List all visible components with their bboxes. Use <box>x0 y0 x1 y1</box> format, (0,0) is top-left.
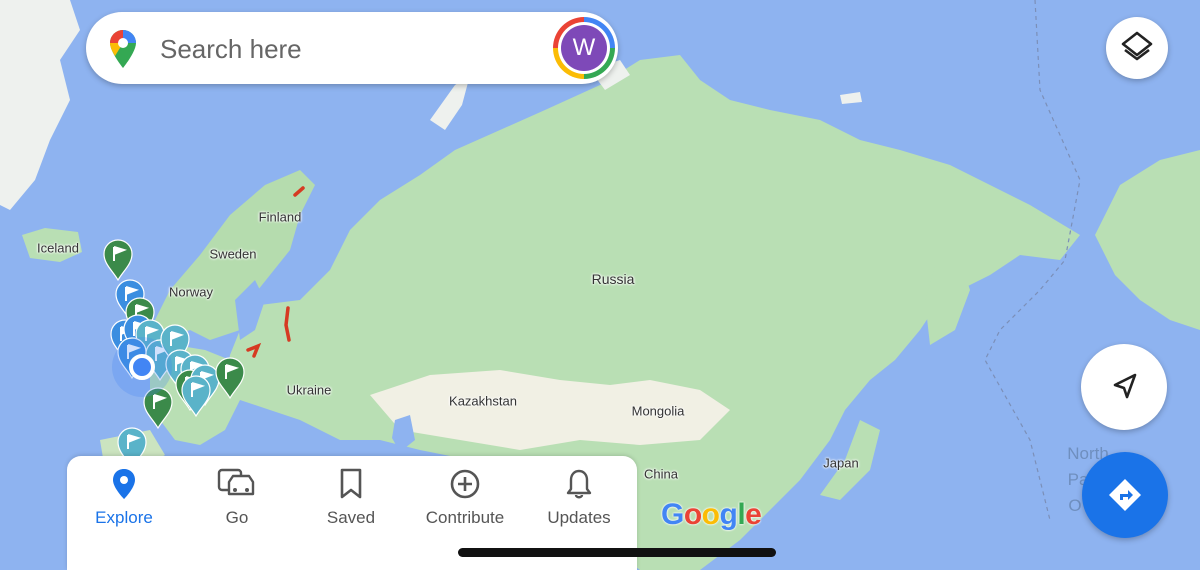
avatar-letter: W <box>561 25 607 71</box>
add-circle-icon <box>450 469 480 499</box>
directions-icon <box>1109 479 1141 511</box>
explore-pin-icon <box>113 469 135 499</box>
label-iceland: Iceland <box>37 240 79 256</box>
current-location-dot[interactable] <box>129 354 155 380</box>
tab-saved[interactable]: Saved <box>294 468 408 528</box>
google-watermark: Google <box>661 498 762 531</box>
label-finland: Finland <box>258 209 302 225</box>
tab-contribute[interactable]: Contribute <box>408 468 522 528</box>
label-china: China <box>644 466 678 482</box>
tab-explore[interactable]: Explore <box>67 468 181 528</box>
label-japan: Japan <box>823 455 859 471</box>
avatar[interactable]: W <box>553 17 615 79</box>
label-sweden: Sweden <box>209 246 257 262</box>
my-location-button[interactable] <box>1081 344 1167 430</box>
tab-updates[interactable]: Updates <box>522 468 636 528</box>
google-maps-pin-icon <box>110 30 136 68</box>
car-transit-icon <box>217 468 255 496</box>
navigation-arrow-icon <box>1113 373 1137 399</box>
label-ocean-o: O <box>1068 496 1082 515</box>
tab-label: Explore <box>95 508 153 527</box>
label-russia: Russia <box>591 271 635 287</box>
tab-go[interactable]: Go <box>180 468 294 528</box>
tab-label: Updates <box>547 508 611 527</box>
label-kazakhstan: Kazakhstan <box>449 393 517 409</box>
label-norway: Norway <box>168 284 214 300</box>
layers-icon <box>1121 31 1153 61</box>
search-bar[interactable]: W <box>86 12 618 84</box>
layers-button[interactable] <box>1106 17 1168 79</box>
bookmark-icon <box>340 468 362 499</box>
search-input[interactable] <box>158 30 482 68</box>
label-ukraine: Ukraine <box>286 382 332 398</box>
label-mongolia: Mongolia <box>631 403 685 419</box>
home-indicator[interactable] <box>458 548 776 557</box>
tab-label: Saved <box>326 508 376 527</box>
tab-label: Go <box>225 508 249 527</box>
directions-button[interactable] <box>1082 452 1168 538</box>
bell-icon <box>566 469 592 499</box>
tab-label: Contribute <box>425 508 505 527</box>
